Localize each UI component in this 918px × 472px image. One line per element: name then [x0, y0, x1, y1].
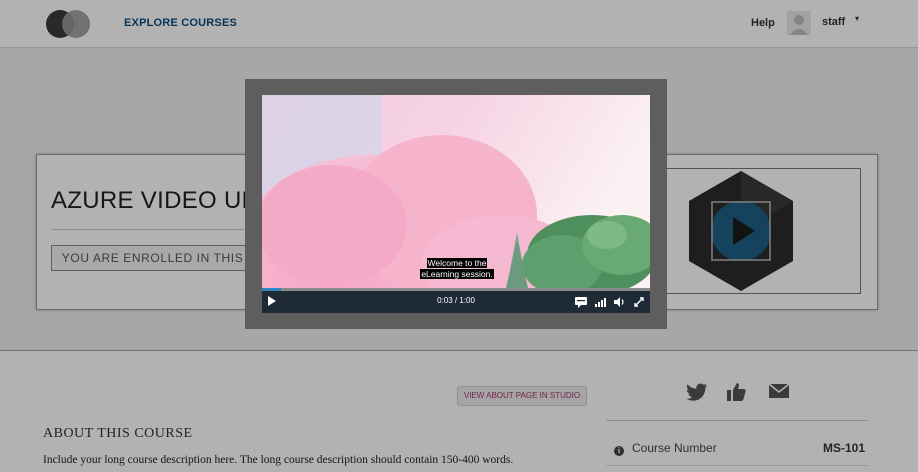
video-controls-bar: 0:03 / 1:00: [262, 291, 650, 313]
volume-icon[interactable]: [612, 295, 626, 309]
video-caption: Welcome to the eLearning session.: [367, 258, 547, 280]
captions-icon[interactable]: [574, 295, 588, 309]
caption-line-1: Welcome to the: [426, 258, 488, 268]
quality-icon[interactable]: [593, 295, 607, 309]
caption-line-2: eLearning session.: [420, 269, 494, 279]
video-time: 0:03 / 1:00: [437, 296, 475, 305]
fullscreen-icon[interactable]: [632, 295, 646, 309]
video-player[interactable]: Welcome to the eLearning session. 0:03 /…: [262, 95, 650, 313]
